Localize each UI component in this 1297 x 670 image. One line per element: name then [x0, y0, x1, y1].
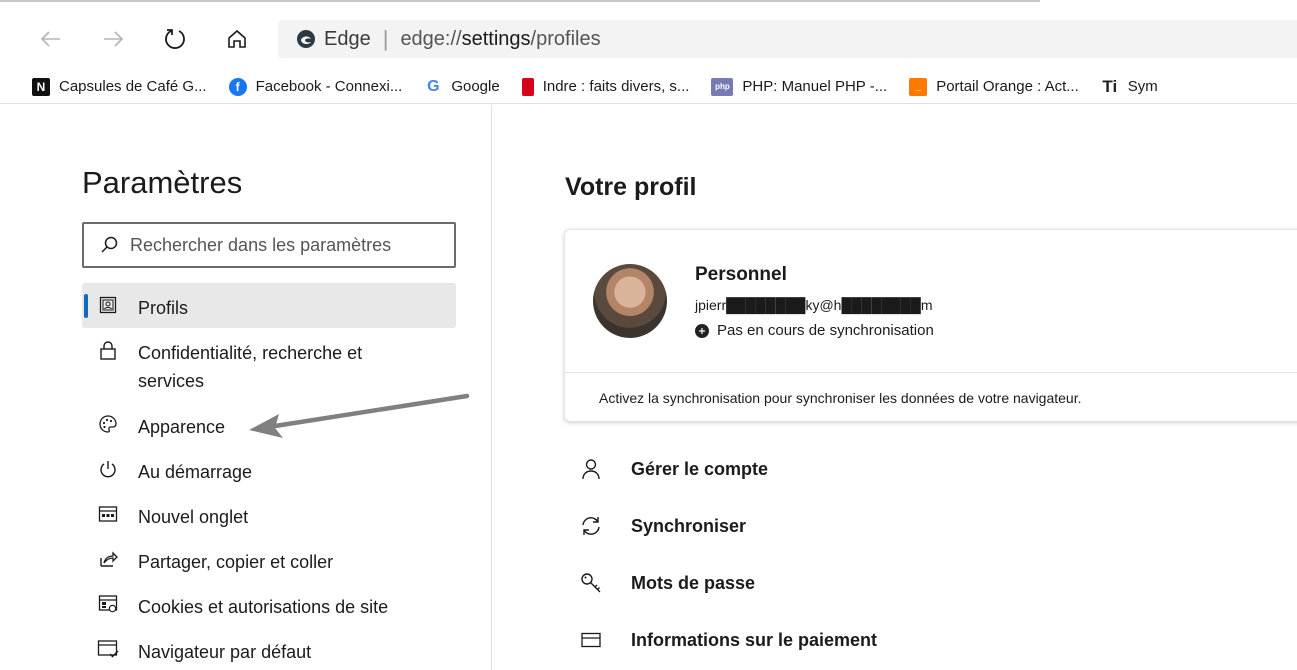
php-icon: php: [711, 77, 734, 96]
profile-name: Personnel: [695, 264, 787, 285]
sidebar-item-navigateur-defaut[interactable]: Navigateur par défaut: [82, 627, 456, 670]
url-settings: settings: [461, 27, 531, 50]
ti-icon: Ti: [1102, 76, 1118, 96]
favorite-label: Indre : faits divers, s...: [542, 78, 690, 95]
passwords-link[interactable]: Mots de passe: [565, 555, 1285, 612]
sidebar-item-label: Apparence: [138, 417, 226, 437]
favorite-label: Capsules de Café G...: [59, 78, 207, 95]
profile-icon: [96, 293, 120, 317]
lock-icon: [96, 338, 120, 362]
site-name: Edge: [324, 27, 371, 50]
profile-content: Votre profil Personnel jpierr████████ky@…: [493, 105, 1297, 670]
settings-sidebar: Paramètres Profils Confidentialité, rech…: [0, 105, 492, 670]
favorite-item[interactable]: _ Portail Orange : Act...: [909, 77, 1079, 96]
back-arrow-icon: [40, 31, 60, 47]
favorite-item[interactable]: N Capsules de Café G...: [32, 77, 207, 96]
url-path: /profiles: [530, 27, 601, 50]
person-icon: [579, 457, 603, 481]
favorites-bar: N Capsules de Café G... f Facebook - Con…: [0, 70, 1297, 104]
favorite-item[interactable]: G Google: [424, 77, 500, 96]
sidebar-item-nouvel-onglet[interactable]: Nouvel onglet: [82, 492, 456, 537]
settings-title: Paramètres: [82, 165, 243, 200]
sidebar-item-label: Profils: [138, 298, 189, 318]
sidebar-item-label: Navigateur par défaut: [138, 642, 312, 662]
address-bar[interactable]: Edge | edge://settings/profiles: [278, 20, 1297, 58]
favorite-label: Sym: [1127, 78, 1158, 95]
sync-prompt: Activez la synchronisation pour synchron…: [565, 372, 1297, 422]
sidebar-item-label: Confidentialité, recherche et services: [138, 343, 363, 391]
section-title: Votre profil: [565, 173, 697, 201]
orange-icon: _: [909, 77, 928, 96]
navigation-bar: Edge | edge://settings/profiles: [0, 8, 1297, 66]
address-separator: |: [382, 26, 389, 51]
back-button[interactable]: [34, 22, 68, 56]
default-browser-icon: [96, 637, 120, 661]
sidebar-item-label: Au démarrage: [138, 462, 253, 482]
sync-link[interactable]: Synchroniser: [565, 498, 1285, 555]
palette-icon: [96, 412, 120, 436]
manage-account-link[interactable]: Gérer le compte: [565, 441, 1285, 498]
sidebar-item-partager[interactable]: Partager, copier et coller: [82, 537, 456, 582]
share-icon: [96, 547, 120, 571]
search-icon: [101, 236, 118, 253]
power-icon: [96, 457, 120, 481]
forward-button[interactable]: [96, 22, 130, 56]
edge-logo-icon: [297, 30, 315, 48]
forward-arrow-icon: [104, 31, 124, 47]
favorite-label: Facebook - Connexi...: [255, 78, 403, 95]
sidebar-item-label: Nouvel onglet: [138, 507, 249, 527]
sidebar-item-label: Cookies et autorisations de site: [138, 597, 389, 617]
google-icon: G: [427, 77, 440, 95]
sync-status-text: Pas en cours de synchronisation: [717, 322, 934, 339]
profile-email: jpierr████████ky@h████████m: [695, 297, 933, 313]
action-label: Informations sur le paiement: [631, 630, 878, 650]
action-label: Synchroniser: [631, 516, 747, 536]
favorite-label: Google: [451, 78, 500, 95]
window-top-edge: [0, 0, 1040, 8]
cookies-icon: [96, 592, 120, 616]
sync-icon: [579, 514, 603, 538]
card-icon: [579, 628, 603, 652]
home-icon: [228, 29, 246, 48]
home-button[interactable]: [220, 22, 254, 56]
favorite-item[interactable]: Indre : faits divers, s...: [521, 77, 690, 96]
annotation-arrow-icon: [249, 393, 470, 438]
key-icon: [579, 571, 603, 595]
refresh-icon: [165, 29, 185, 49]
settings-search[interactable]: [82, 222, 456, 268]
sync-status: Pas en cours de synchronisation: [695, 322, 934, 339]
settings-menu: Profils Confidentialité, recherche et se…: [82, 283, 456, 670]
sidebar-item-cookies[interactable]: Cookies et autorisations de site: [82, 582, 456, 627]
refresh-button[interactable]: [158, 22, 192, 56]
favorite-label: PHP: Manuel PHP -...: [742, 78, 888, 95]
new-tab-icon: [96, 502, 120, 526]
payment-info-link[interactable]: Informations sur le paiement: [565, 612, 1285, 669]
favorite-item[interactable]: php PHP: Manuel PHP -...: [711, 77, 888, 96]
url-text: edge://settings/profiles: [400, 28, 600, 51]
profile-card: Personnel jpierr████████ky@h████████m Pa…: [564, 229, 1297, 422]
news-icon: [521, 77, 534, 96]
action-label: Mots de passe: [631, 573, 756, 593]
favorite-item[interactable]: Ti Sym: [1101, 76, 1158, 96]
sidebar-item-label: Partager, copier et coller: [138, 552, 334, 572]
nespresso-icon: N: [32, 77, 50, 96]
sidebar-item-au-demarrage[interactable]: Au démarrage: [82, 447, 456, 492]
avatar[interactable]: [593, 264, 667, 338]
profile-actions: Gérer le compte Synchroniser Mots de pas…: [565, 441, 1285, 669]
url-prefix: edge://: [400, 27, 462, 50]
sync-paused-icon: [695, 323, 709, 338]
sidebar-item-profils[interactable]: Profils: [82, 283, 456, 328]
favorite-item[interactable]: f Facebook - Connexi...: [228, 77, 403, 96]
action-label: Gérer le compte: [631, 459, 769, 479]
search-input[interactable]: [130, 234, 430, 256]
favorite-label: Portail Orange : Act...: [936, 78, 1079, 95]
facebook-icon: f: [228, 77, 247, 96]
